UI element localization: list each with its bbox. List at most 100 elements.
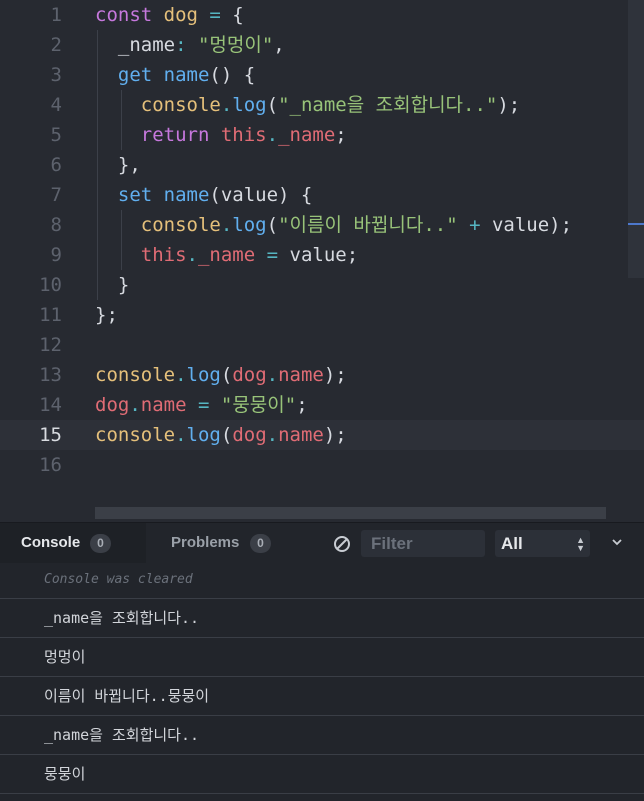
log-level-select[interactable]: All ▲ ▼ bbox=[495, 530, 590, 557]
code-token: }, bbox=[95, 154, 141, 176]
line-number: 5 bbox=[50, 124, 62, 146]
code-token: "이름이 바뀝니다.." bbox=[278, 214, 458, 236]
indent-guide bbox=[121, 210, 122, 270]
log-entry: 이름이 바뀝니다..뭉뭉이 bbox=[0, 678, 644, 716]
code-token: . bbox=[129, 394, 141, 416]
log-entry-text: 이름이 바뀝니다..뭉뭉이 bbox=[44, 687, 210, 705]
code-text: }; bbox=[95, 300, 118, 330]
code-editor[interactable]: 1 const dog = {2 _name: "멍멍이", 3 get name(… bbox=[0, 0, 644, 522]
filter-input[interactable] bbox=[361, 530, 485, 557]
code-token: dog bbox=[232, 424, 267, 446]
code-token: _name bbox=[197, 244, 256, 266]
code-text: const dog = { bbox=[95, 0, 244, 30]
line-number: 3 bbox=[50, 64, 62, 86]
tab-console-label: Console bbox=[21, 534, 81, 551]
line-number: 12 bbox=[39, 334, 62, 356]
code-token: "멍멍이" bbox=[197, 34, 274, 56]
scrollbar-cursor-marker bbox=[628, 223, 644, 225]
code-token: = bbox=[197, 4, 233, 26]
code-token: () { bbox=[209, 64, 256, 86]
line-number: 16 bbox=[39, 454, 62, 476]
no-entry-icon[interactable] bbox=[332, 534, 352, 554]
line-number: 2 bbox=[50, 34, 62, 56]
horizontal-scrollbar[interactable] bbox=[95, 507, 606, 519]
code-text: get name() { bbox=[95, 60, 255, 90]
code-text: dog.name = "뭉뭉이"; bbox=[95, 390, 308, 420]
code-text: console.log("_name을 조회합니다.."); bbox=[95, 90, 520, 120]
code-line[interactable]: 16 bbox=[0, 450, 644, 480]
code-token: . bbox=[220, 94, 233, 116]
code-token: log bbox=[232, 94, 267, 116]
code-token: . bbox=[266, 364, 279, 386]
code-text: }, bbox=[95, 150, 141, 180]
line-number: 4 bbox=[50, 94, 62, 116]
code-token: get bbox=[117, 64, 164, 86]
code-token: set bbox=[117, 184, 164, 206]
log-entry-text: 멍멍이 bbox=[44, 648, 86, 666]
code-token: . bbox=[186, 244, 198, 266]
indent-guide bbox=[97, 30, 98, 300]
code-token: . bbox=[175, 364, 187, 386]
log-level-value: All bbox=[501, 534, 523, 553]
code-line[interactable]: 15 console.log(dog.name); bbox=[0, 420, 644, 450]
line-number: 1 bbox=[50, 4, 62, 26]
code-token: . bbox=[266, 424, 279, 446]
tab-problems[interactable]: Problems 0 bbox=[146, 523, 286, 563]
code-token: ); bbox=[323, 424, 347, 446]
code-token: , bbox=[273, 34, 285, 56]
code-token: { bbox=[232, 4, 244, 26]
problems-count-badge: 0 bbox=[250, 534, 271, 553]
code-token: log bbox=[186, 364, 221, 386]
console-count-badge: 0 bbox=[90, 534, 111, 553]
code-token: = bbox=[255, 244, 290, 266]
code-token: : bbox=[175, 34, 198, 56]
log-entry-text: Console was cleared bbox=[44, 572, 193, 587]
code-token: . bbox=[266, 124, 279, 146]
chevron-down-icon[interactable] bbox=[610, 535, 624, 549]
code-token: console bbox=[140, 214, 221, 236]
code-token: value; bbox=[289, 244, 359, 266]
line-number: 6 bbox=[50, 154, 62, 176]
code-text: return this._name; bbox=[95, 120, 347, 150]
line-number: 15 bbox=[39, 424, 62, 446]
tab-console[interactable]: Console 0 bbox=[0, 523, 146, 563]
code-line[interactable]: 13 console.log(dog.name); bbox=[0, 360, 644, 390]
code-token: log bbox=[186, 424, 221, 446]
console-log-list: Console was cleared _name을 조회합니다.. 멍멍이 이름이 … bbox=[0, 561, 644, 801]
line-number: 7 bbox=[50, 184, 62, 206]
code-line[interactable]: 1 const dog = { bbox=[0, 0, 644, 30]
line-number: 14 bbox=[39, 394, 62, 416]
code-token: ( bbox=[266, 94, 279, 116]
console-panel: Console 0 Problems 0 All ▲▼ Console was … bbox=[0, 522, 644, 801]
code-line[interactable]: 14 dog.name = "뭉뭉이"; bbox=[0, 390, 644, 420]
vertical-scrollbar[interactable] bbox=[628, 0, 644, 278]
code-token: ; bbox=[296, 394, 308, 416]
code-token: } bbox=[95, 274, 130, 296]
code-token: + bbox=[457, 214, 492, 236]
tab-problems-label: Problems bbox=[171, 534, 240, 551]
code-line[interactable]: 11}; bbox=[0, 300, 644, 330]
code-line[interactable]: 12 bbox=[0, 330, 644, 360]
line-number: 9 bbox=[50, 244, 62, 266]
code-text: this._name = value; bbox=[95, 240, 358, 270]
code-token: ); bbox=[323, 364, 347, 386]
code-token: ( bbox=[266, 214, 279, 236]
code-token: = bbox=[186, 394, 221, 416]
line-number: 10 bbox=[39, 274, 62, 296]
code-token: dog bbox=[232, 364, 267, 386]
code-token: const bbox=[95, 4, 164, 26]
line-number: 11 bbox=[39, 304, 62, 326]
code-token: . bbox=[220, 214, 233, 236]
log-entry-text: 뭉뭉이 bbox=[44, 765, 86, 783]
code-text: console.log("이름이 바뀝니다.." + value); bbox=[95, 210, 572, 240]
code-token: console bbox=[95, 364, 176, 386]
code-text: console.log(dog.name); bbox=[95, 360, 347, 390]
code-token: console bbox=[95, 424, 176, 446]
code-token: }; bbox=[95, 304, 118, 326]
code-token: value); bbox=[491, 214, 573, 236]
